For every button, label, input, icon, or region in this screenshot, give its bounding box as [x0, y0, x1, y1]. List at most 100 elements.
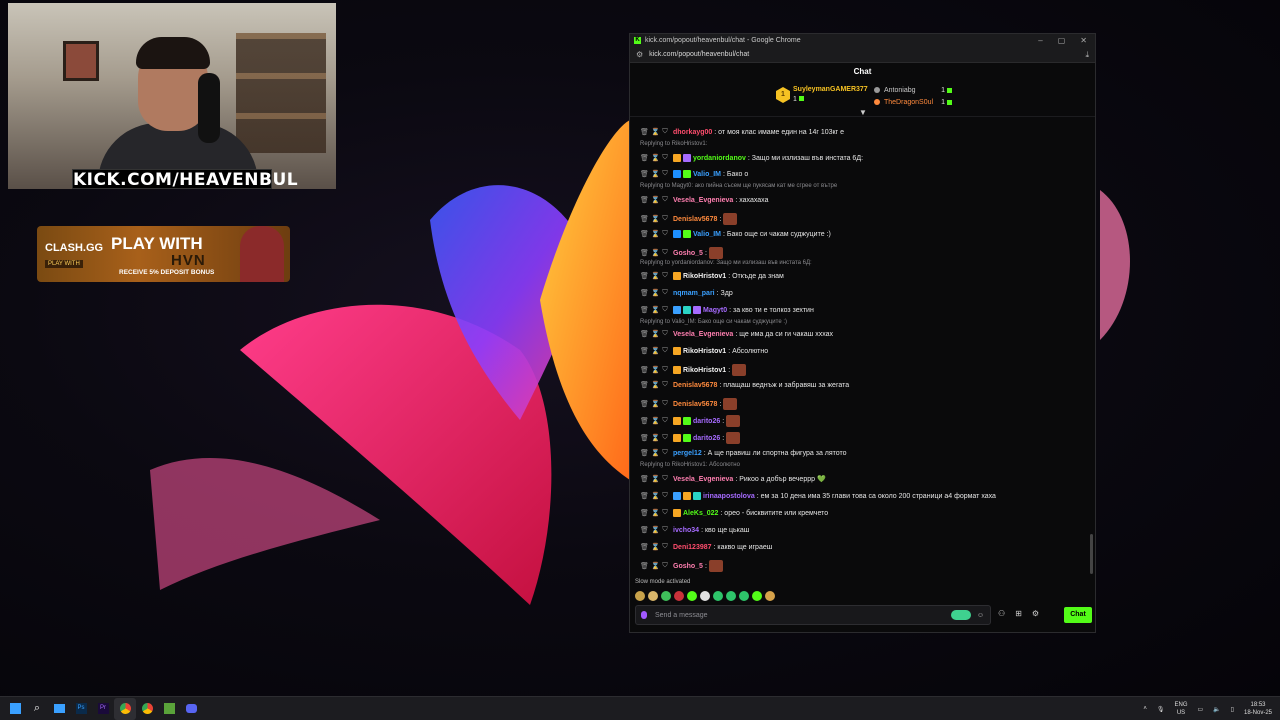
photoshop-icon[interactable]: Ps: [70, 698, 92, 720]
premiere-icon[interactable]: Pr: [92, 698, 114, 720]
emote-icon[interactable]: [700, 591, 710, 601]
chat-message[interactable]: 🗑 ⌛ ⛉ pergel12: А ще правиш ли спортна фигу…: [640, 449, 847, 457]
timeout-icon[interactable]: ⌛: [651, 170, 660, 178]
chat-username[interactable]: darito26: [693, 435, 720, 442]
chat-message[interactable]: 🗑 ⌛ ⛉ Denislav5678: плащаш веднъж и забравя…: [640, 381, 849, 389]
chat-scrollbar[interactable]: [1090, 534, 1093, 574]
ban-icon[interactable]: ⛉: [662, 230, 668, 238]
reply-context[interactable]: Replying to yordaniordanov: Защо ми изли…: [640, 260, 812, 266]
file-explorer-icon[interactable]: [48, 698, 70, 720]
volume-icon[interactable]: 🔈: [1213, 706, 1220, 713]
emote-icon[interactable]: [674, 591, 684, 601]
network-icon[interactable]: ▭: [1198, 706, 1204, 713]
chat-message[interactable]: 🗑 ⌛ ⛉ dhorkayg00: от моя клас имаме един на…: [640, 128, 844, 136]
emote-icon[interactable]: [648, 591, 658, 601]
delete-message-icon[interactable]: 🗑: [640, 306, 649, 314]
chat-message[interactable]: 🗑 ⌛ ⛉ Deni123987: какво ще играеш: [640, 543, 772, 551]
delete-message-icon[interactable]: 🗑: [640, 249, 649, 257]
emote-icon[interactable]: [713, 591, 723, 601]
chat-username[interactable]: AleKs_022: [683, 510, 718, 517]
delete-message-icon[interactable]: 🗑: [640, 381, 649, 389]
chat-message[interactable]: 🗑 ⌛ ⛉ darito26:: [640, 432, 741, 444]
chat-username[interactable]: Valio_IM: [693, 231, 721, 238]
timeout-icon[interactable]: ⌛: [651, 306, 660, 314]
chat-username[interactable]: pergel12: [673, 450, 702, 457]
chat-message[interactable]: 🗑 ⌛ ⛉ Vesela_Evgenieva: хахахаха: [640, 196, 768, 204]
ban-icon[interactable]: ⛉: [662, 492, 668, 500]
timeout-icon[interactable]: ⌛: [651, 330, 660, 338]
chat-message[interactable]: 🗑 ⌛ ⛉ nqmam_pari: Здр: [640, 289, 733, 297]
delete-message-icon[interactable]: 🗑: [640, 475, 649, 483]
ban-icon[interactable]: ⛉: [662, 381, 668, 389]
chat-username[interactable]: ivcho34: [673, 527, 699, 534]
tray-overflow-icon[interactable]: ˄: [1143, 706, 1147, 712]
battery-icon[interactable]: ▯: [1231, 706, 1234, 713]
delete-message-icon[interactable]: 🗑: [640, 154, 649, 162]
chat-username[interactable]: Denislav5678: [673, 401, 717, 408]
delete-message-icon[interactable]: 🗑: [640, 417, 649, 425]
emote-icon[interactable]: [752, 591, 762, 601]
chat-username[interactable]: nqmam_pari: [673, 290, 715, 297]
timeout-icon[interactable]: ⌛: [651, 492, 660, 500]
emote-icon[interactable]: [635, 591, 645, 601]
language-indicator[interactable]: ENG US: [1175, 701, 1188, 717]
chat-message[interactable]: 🗑 ⌛ ⛉ Vesela_Evgenieva: Рикоо а добър вечер…: [640, 475, 826, 483]
chat-username[interactable]: dhorkayg00: [673, 129, 712, 136]
chat-message[interactable]: 🗑 ⌛ ⛉ Denislav5678:: [640, 213, 738, 225]
chat-username[interactable]: Denislav5678: [673, 216, 717, 223]
chat-username[interactable]: Valio_IM: [693, 171, 721, 178]
reply-context[interactable]: Replying to Valio_IM: Бако още си чакам …: [640, 319, 787, 325]
timeout-icon[interactable]: ⌛: [651, 347, 660, 355]
ban-icon[interactable]: ⛉: [662, 330, 668, 338]
delete-message-icon[interactable]: 🗑: [640, 526, 649, 534]
delete-message-icon[interactable]: 🗑: [640, 272, 649, 280]
timeout-icon[interactable]: ⌛: [651, 272, 660, 280]
chat-username[interactable]: Vesela_Evgenieva: [673, 331, 733, 338]
timeout-icon[interactable]: ⌛: [651, 400, 660, 408]
reply-context[interactable]: Replying to RikoHristov1: Абсолютно: [640, 462, 740, 468]
timeout-icon[interactable]: ⌛: [651, 381, 660, 389]
gifter-row[interactable]: TheDragonS0ul 1: [874, 96, 952, 108]
timeout-icon[interactable]: ⌛: [651, 289, 660, 297]
timeout-icon[interactable]: ⌛: [651, 249, 660, 257]
timeout-icon[interactable]: ⌛: [651, 230, 660, 238]
mic-icon[interactable]: [641, 611, 647, 619]
ban-icon[interactable]: ⛉: [662, 215, 668, 223]
delete-message-icon[interactable]: 🗑: [640, 449, 649, 457]
chat-message[interactable]: 🗑 ⌛ ⛉ Valio_IM: Бако о: [640, 170, 748, 178]
chat-message[interactable]: 🗑 ⌛ ⛉ RikoHristov1:: [640, 364, 747, 376]
chat-username[interactable]: darito26: [693, 418, 720, 425]
timeout-icon[interactable]: ⌛: [651, 475, 660, 483]
window-titlebar[interactable]: K kick.com/popout/heavenbul/chat - Googl…: [630, 34, 1095, 47]
kicks-icon[interactable]: ⚇: [998, 609, 1005, 618]
ban-icon[interactable]: ⛉: [662, 400, 668, 408]
gift-icon[interactable]: ⊞: [1015, 609, 1022, 618]
delete-message-icon[interactable]: 🗑: [640, 347, 649, 355]
message-input[interactable]: Send a message ☺: [635, 605, 991, 625]
chat-username[interactable]: Gosho_5: [673, 250, 703, 257]
chat-message[interactable]: 🗑 ⌛ ⛉ Gosho_5:: [640, 560, 723, 572]
chrome-profile-icon[interactable]: [136, 698, 158, 720]
delete-message-icon[interactable]: 🗑: [640, 366, 649, 374]
chat-username[interactable]: Denislav5678: [673, 382, 717, 389]
timeout-icon[interactable]: ⌛: [651, 154, 660, 162]
ban-icon[interactable]: ⛉: [662, 526, 668, 534]
chat-username[interactable]: Vesela_Evgenieva: [673, 476, 733, 483]
ban-icon[interactable]: ⛉: [662, 366, 668, 374]
chat-popout-window[interactable]: K kick.com/popout/heavenbul/chat - Googl…: [629, 33, 1096, 633]
collapse-leaderboard-icon[interactable]: ▼: [859, 108, 867, 117]
ban-icon[interactable]: ⛉: [662, 128, 668, 136]
delete-message-icon[interactable]: 🗑: [640, 215, 649, 223]
microphone-tray-icon[interactable]: 🎙: [1157, 706, 1165, 713]
chat-message[interactable]: 🗑 ⌛ ⛉ RikoHristov1: Откъде да знам: [640, 272, 784, 280]
timeout-icon[interactable]: ⌛: [651, 562, 660, 570]
chat-message-list[interactable]: 🗑 ⌛ ⛉ dhorkayg00: от моя клас имаме един на…: [630, 119, 1097, 579]
ban-icon[interactable]: ⛉: [662, 170, 668, 178]
minimize-button[interactable]: –: [1038, 36, 1042, 45]
timeout-icon[interactable]: ⌛: [651, 543, 660, 551]
delete-message-icon[interactable]: 🗑: [640, 543, 649, 551]
delete-message-icon[interactable]: 🗑: [640, 289, 649, 297]
reply-context[interactable]: Replying to RikoHristov1:: [640, 141, 707, 147]
discord-icon[interactable]: [180, 698, 202, 720]
reply-context[interactable]: Replying to Magyt0: ако пийна съсем ще п…: [640, 183, 837, 189]
